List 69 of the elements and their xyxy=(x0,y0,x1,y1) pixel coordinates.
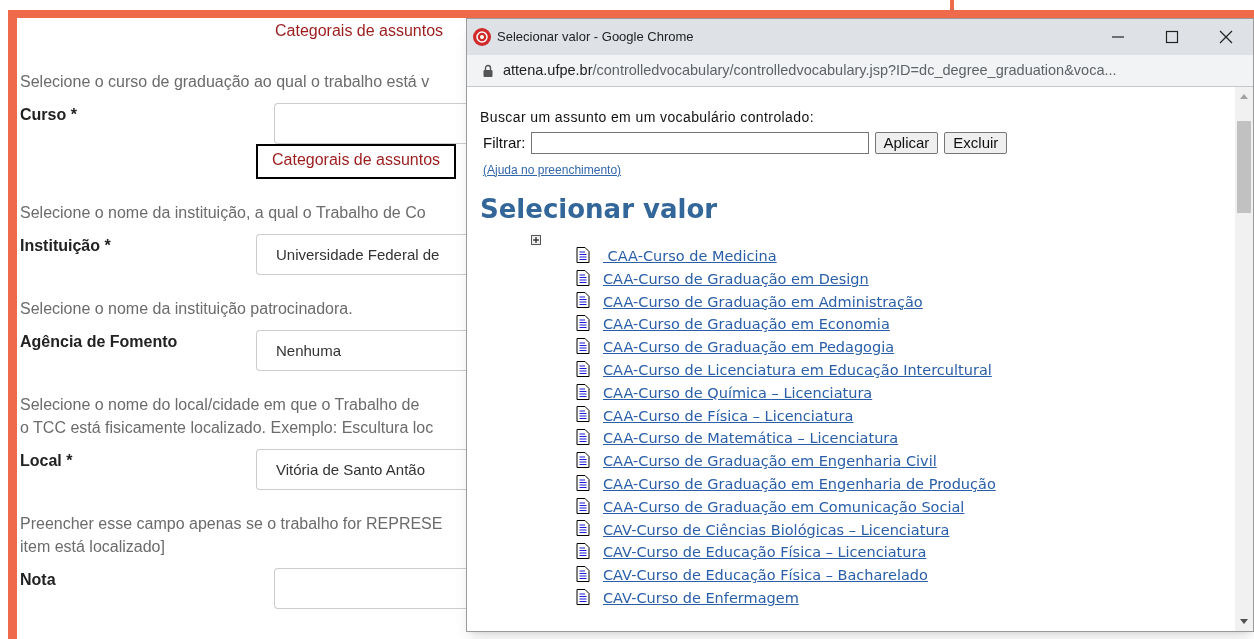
subject-categories-link[interactable]: Categorais de assuntos xyxy=(275,18,444,44)
document-icon xyxy=(576,383,590,400)
document-icon xyxy=(576,429,590,446)
help-text: Selecione o nome da instituição patrocinadora. xyxy=(20,299,353,319)
vocabulary-link[interactable]: CAA-Curso de Física – Licenciatura xyxy=(603,405,854,428)
address-bar-url: attena.ufpe.br/controlledvocabulary/controlledvocabulary.jsp?ID=dc_degree_graduation&voca... xyxy=(503,60,1117,80)
vocabulary-link[interactable]: CAA-Curso de Química – Licenciatura xyxy=(603,382,873,405)
document-icon xyxy=(576,520,590,537)
vocabulary-link[interactable]: CAV-Curso de Educação Física – Bacharelado xyxy=(603,565,928,587)
filter-button[interactable]: Aplicar xyxy=(874,132,939,155)
scrollbar[interactable] xyxy=(1235,87,1253,631)
help-text: o TCC está fisicamente localizado. Exemplo: Escultura loc xyxy=(20,418,434,438)
vocabulary-link[interactable]: CAA-Curso de Graduação em Pedagogia xyxy=(603,337,895,359)
document-icon xyxy=(576,566,590,583)
input-field[interactable] xyxy=(274,103,466,144)
select-field[interactable]: Vitória de Santo Antão xyxy=(256,449,466,490)
vocabulary-link[interactable]: CAA-Curso de Graduação em Engenharia de Produção xyxy=(603,474,996,496)
vocabulary-link[interactable]: CAA-Curso de Licenciatura em Educação Intercultural xyxy=(603,360,992,382)
select-field[interactable]: Nenhuma xyxy=(256,330,466,371)
vocabulary-link[interactable]: CAA-Curso de Graduação em Comunicação Social xyxy=(603,496,965,519)
filter-field[interactable] xyxy=(530,132,869,155)
vocabulary-link[interactable]: CAV-Curso de Educação Física – Licenciatura xyxy=(603,542,927,565)
vocabulary-link[interactable]: CAA-Curso de Matemática – Licenciatura xyxy=(603,428,899,451)
vocabulary-link[interactable]: CAA-Curso de Graduação em Economia xyxy=(603,314,890,337)
window-title: Selecionar valor - Google Chrome xyxy=(497,28,695,47)
scrollbar-thumb[interactable] xyxy=(1237,121,1251,213)
field-label: Instituição * xyxy=(20,236,112,256)
page-heading: Selecionar valor xyxy=(480,193,719,224)
field-label: Curso * xyxy=(20,105,78,125)
document-icon xyxy=(576,588,590,605)
lock-icon xyxy=(483,64,493,77)
document-icon xyxy=(576,360,590,377)
field-label: Nota xyxy=(20,570,57,590)
site-logo-icon xyxy=(473,28,491,46)
document-icon xyxy=(576,406,590,423)
document-icon xyxy=(576,246,590,263)
field-label: Local * xyxy=(20,451,74,471)
expand-toggle-icon[interactable] xyxy=(531,234,541,245)
vocabulary-link[interactable]: CAA-Curso de Graduação em Engenharia Civil xyxy=(603,451,937,473)
document-icon xyxy=(576,543,590,560)
vocabulary-link[interactable]: CAV-Curso de Enfermagem xyxy=(603,588,799,610)
scroll-up-icon[interactable] xyxy=(1240,93,1248,99)
filter-button[interactable]: Excluir xyxy=(944,132,1008,155)
vocabulary-link[interactable]: CAA-Curso de Graduação em Administração xyxy=(603,291,923,314)
help-text: item está localizado] xyxy=(20,537,165,557)
document-icon xyxy=(576,497,590,514)
input-field[interactable] xyxy=(274,568,466,609)
vocabulary-link[interactable]: CAA-Curso de Medicina xyxy=(603,246,777,268)
help-text: Selecione o curso de graduação ao qual o trabalho está v xyxy=(20,72,430,92)
document-icon xyxy=(576,338,590,355)
maximize-icon[interactable] xyxy=(1165,30,1179,44)
help-text: Preencher esse campo apenas se o trabalho for REPRESE xyxy=(20,514,443,534)
scroll-down-icon[interactable] xyxy=(1240,619,1248,625)
close-icon[interactable] xyxy=(1219,30,1233,44)
document-icon xyxy=(576,315,590,332)
subject-categories-link[interactable]: Categorais de assuntos xyxy=(256,144,457,179)
document-icon xyxy=(576,474,590,491)
help-text: Selecione o nome do local/cidade em que o Trabalho de xyxy=(20,395,420,415)
select-field[interactable]: Universidade Federal de xyxy=(256,234,466,275)
vocabulary-link[interactable]: CAA-Curso de Graduação em Design xyxy=(603,268,869,291)
help-link[interactable]: (Ajuda no preenchimento) xyxy=(483,162,622,177)
field-label: Agência de Fomento xyxy=(20,332,179,352)
document-icon xyxy=(576,452,590,469)
intro-text: Buscar um assunto em um vocabulário controlado: xyxy=(480,108,815,127)
help-text: Selecione o nome da instituição, a qual o Trabalho de Co xyxy=(20,203,426,223)
document-icon xyxy=(576,269,590,286)
vocabulary-link[interactable]: CAV-Curso de Ciências Biológicas – Licenciatura xyxy=(603,519,950,542)
document-icon xyxy=(576,292,590,309)
filter-label: Filtrar: xyxy=(483,133,526,153)
